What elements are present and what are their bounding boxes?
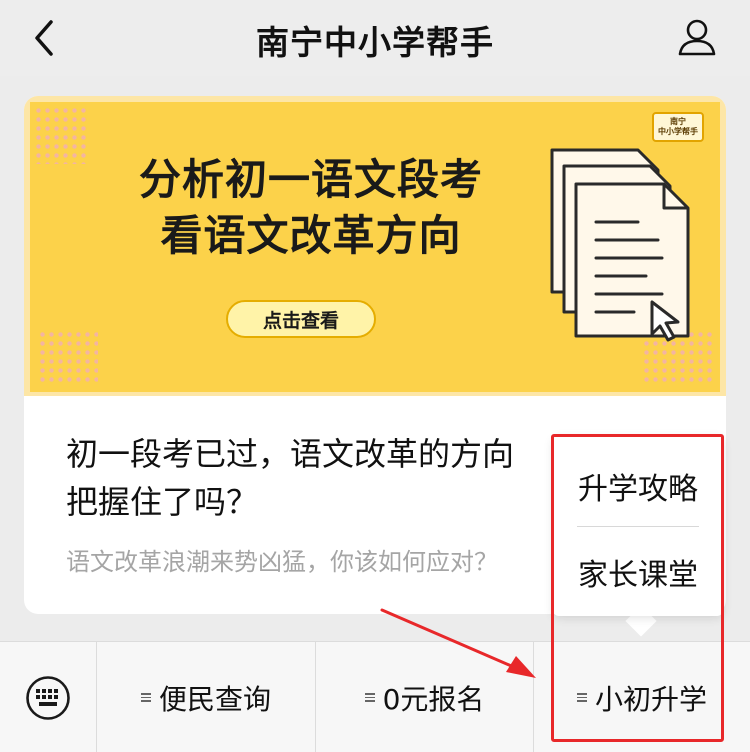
badge-text: 中小学帮手 <box>658 127 698 136</box>
brand-badge: 南宁 中小学帮手 <box>652 112 704 142</box>
profile-button[interactable] <box>672 12 722 62</box>
article-banner[interactable]: 南宁 中小学帮手 分析初一语文段考 看语文改革方向 点击查看 <box>24 96 726 396</box>
bottom-menu-bar: 便民查询 0元报名 小初升学 <box>0 641 750 752</box>
menu-free-signup[interactable]: 0元报名 <box>316 642 533 752</box>
badge-text: 南宁 <box>670 117 686 126</box>
article-description: 语文改革浪潮来势凶猛，你该如何应对？ <box>66 548 498 576</box>
decor-dots <box>34 106 86 164</box>
menu-label: 0元报名 <box>382 682 485 716</box>
menu-lines-icon <box>364 691 375 704</box>
menu-lines-icon <box>140 691 151 704</box>
submenu-item-parent-class[interactable]: 家长课堂 <box>553 532 723 612</box>
decor-dots <box>38 330 98 386</box>
menu-label: 便民查询 <box>158 682 271 716</box>
submenu-popup: 升学攻略 家长课堂 <box>553 436 723 616</box>
menu-primary-to-middle[interactable]: 小初升学 <box>534 642 750 752</box>
article-title-line: 初一段考已过，语文改革的方向 <box>66 435 515 473</box>
headline-line: 分析初一语文段考 <box>138 155 483 204</box>
menu-convenience-query[interactable]: 便民查询 <box>97 642 315 752</box>
banner-headline: 分析初一语文段考 看语文改革方向 <box>96 152 526 264</box>
submenu-divider <box>577 526 699 527</box>
article-title-line: 把握住了吗？ <box>66 483 259 521</box>
banner-background: 南宁 中小学帮手 分析初一语文段考 看语文改革方向 点击查看 <box>30 102 720 392</box>
page-title: 南宁中小学帮手 <box>256 23 494 62</box>
menu-lines-icon <box>576 691 587 704</box>
article-title[interactable]: 初一段考已过，语文改革的方向 把握住了吗？ <box>66 430 586 526</box>
view-now-button[interactable]: 点击查看 <box>226 300 376 338</box>
user-icon <box>678 19 716 56</box>
headline-line: 看语文改革方向 <box>160 211 462 260</box>
menu-label: 小初升学 <box>594 682 707 716</box>
top-nav-bar: 南宁中小学帮手 <box>0 0 750 76</box>
document-icon <box>550 148 690 342</box>
keyboard-toggle-button[interactable] <box>0 642 96 752</box>
submenu-item-admission-guide[interactable]: 升学攻略 <box>553 446 723 526</box>
keyboard-icon <box>26 675 70 720</box>
